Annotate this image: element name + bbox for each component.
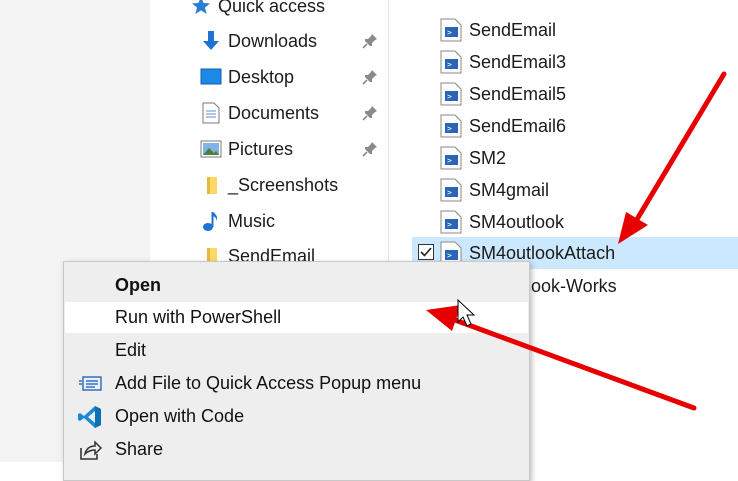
file-name: SM4gmail	[469, 179, 550, 200]
file-row[interactable]: > SendEmail6	[412, 110, 738, 142]
nav-label: _Screenshots	[228, 174, 339, 195]
menu-item-open-with-code[interactable]: Open with Code	[64, 401, 529, 432]
star-icon	[190, 0, 212, 17]
nav-label: Downloads	[228, 30, 318, 51]
nav-item-music[interactable]: Music	[200, 205, 275, 237]
context-menu: Open Run with PowerShell Edit Add File t…	[63, 261, 530, 481]
menu-item-edit[interactable]: Edit	[64, 335, 529, 366]
file-row[interactable]: > SM4outlook	[412, 206, 738, 238]
vscode-icon	[78, 405, 101, 428]
pin-icon[interactable]	[362, 141, 378, 157]
nav-item-desktop[interactable]: Desktop	[200, 61, 294, 93]
pin-icon[interactable]	[362, 69, 378, 85]
pictures-icon	[200, 138, 222, 160]
svg-text:>: >	[447, 220, 452, 229]
file-name: tlook-Works	[522, 275, 617, 296]
nav-item-screenshots[interactable]: _Screenshots	[200, 169, 338, 201]
powershell-script-icon: >	[440, 210, 462, 234]
file-name: SendEmail3	[469, 51, 567, 72]
menu-label: Add File to Quick Access Popup menu	[115, 373, 422, 393]
pin-icon[interactable]	[362, 105, 378, 121]
documents-icon	[200, 102, 222, 124]
download-arrow-icon	[200, 30, 222, 52]
selection-checkbox[interactable]	[418, 244, 434, 260]
nav-item-downloads[interactable]: Downloads	[200, 25, 317, 57]
menu-item-share[interactable]: Share	[64, 434, 529, 465]
quick-access-popup-icon	[79, 375, 102, 391]
menu-label: Edit	[115, 340, 147, 360]
file-name: SendEmail5	[469, 83, 567, 104]
svg-text:>: >	[447, 156, 452, 165]
powershell-script-icon: >	[440, 178, 462, 202]
file-name: SM2	[469, 147, 507, 168]
nav-label: Desktop	[228, 66, 295, 87]
menu-item-add-to-quick-access-popup[interactable]: Add File to Quick Access Popup menu	[64, 368, 529, 399]
menu-label: Share	[115, 439, 164, 459]
nav-label: Documents	[228, 102, 320, 123]
file-row[interactable]: > SendEmail	[412, 14, 738, 46]
nav-label: Quick access	[218, 0, 326, 16]
powershell-script-icon: >	[440, 50, 462, 74]
file-row-partial[interactable]: tlook-Works	[522, 270, 738, 302]
folder-icon	[200, 174, 222, 196]
powershell-script-icon: >	[440, 18, 462, 42]
menu-item-run-with-powershell[interactable]: Run with PowerShell	[65, 302, 528, 333]
powershell-script-icon: >	[440, 82, 462, 106]
powershell-script-icon: >	[440, 146, 462, 170]
svg-text:>: >	[447, 251, 452, 260]
svg-text:>: >	[447, 124, 452, 133]
powershell-script-icon: >	[440, 114, 462, 138]
nav-item-pictures[interactable]: Pictures	[200, 133, 293, 165]
nav-quick-access[interactable]: Quick access	[190, 0, 325, 22]
svg-text:>: >	[447, 28, 452, 37]
file-row[interactable]: > SM2	[412, 142, 738, 174]
file-name: SendEmail6	[469, 115, 567, 136]
file-name: SendEmail	[469, 19, 557, 40]
share-icon	[80, 439, 102, 460]
svg-text:>: >	[447, 188, 452, 197]
music-icon	[200, 210, 222, 232]
menu-label: Open with Code	[115, 406, 245, 426]
svg-text:>: >	[447, 60, 452, 69]
menu-label: Open	[115, 275, 162, 295]
file-row[interactable]: > SM4gmail	[412, 174, 738, 206]
nav-label: Pictures	[228, 138, 294, 159]
nav-item-documents[interactable]: Documents	[200, 97, 319, 129]
pin-icon[interactable]	[362, 33, 378, 49]
check-icon	[420, 247, 432, 257]
menu-label: Run with PowerShell	[115, 307, 282, 327]
file-row[interactable]: > SendEmail5	[412, 78, 738, 110]
menu-item-open[interactable]: Open	[64, 270, 529, 301]
file-row[interactable]: > SendEmail3	[412, 46, 738, 78]
svg-text:>: >	[447, 92, 452, 101]
desktop-icon	[200, 66, 222, 88]
file-name: SM4outlook	[469, 211, 565, 232]
nav-label: Music	[228, 210, 276, 231]
